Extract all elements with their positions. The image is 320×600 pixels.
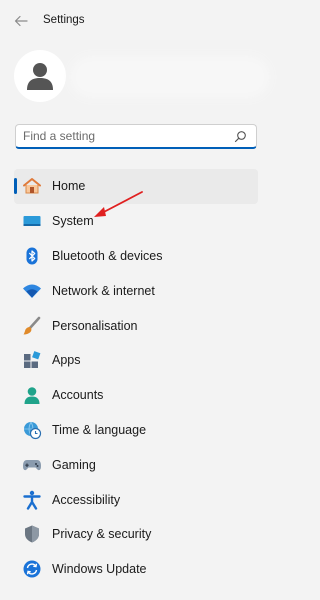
nav-item-accessibility[interactable]: Accessibility — [14, 482, 258, 517]
apps-icon — [22, 350, 42, 370]
nav-item-bluetooth[interactable]: Bluetooth & devices — [14, 239, 258, 274]
nav-item-network[interactable]: Network & internet — [14, 273, 258, 308]
nav-item-label: Apps — [52, 353, 81, 368]
nav-item-label: Time & language — [52, 422, 147, 437]
nav-item-label: Privacy & security — [52, 527, 152, 542]
profile-name-redacted — [76, 62, 264, 92]
search-icon[interactable] — [234, 130, 247, 143]
nav-item-label: Bluetooth & devices — [52, 248, 163, 263]
nav-item-label: Windows Update — [52, 562, 147, 577]
nav-item-personalisation[interactable]: Personalisation — [14, 308, 258, 343]
wifi-icon — [22, 281, 42, 301]
nav-item-label: Personalisation — [52, 318, 138, 333]
home-icon — [22, 176, 42, 196]
nav-item-gaming[interactable]: Gaming — [14, 447, 258, 482]
gamepad-icon — [22, 455, 42, 475]
paint-brush-icon — [22, 316, 42, 336]
globe-clock-icon — [22, 420, 42, 440]
nav-item-accounts[interactable]: Accounts — [14, 378, 258, 413]
accessibility-icon — [22, 490, 42, 510]
nav-item-home[interactable]: Home — [14, 169, 258, 204]
avatar[interactable] — [14, 50, 66, 102]
nav-item-system[interactable]: System — [14, 204, 258, 239]
shield-icon — [22, 524, 42, 544]
search-input[interactable] — [16, 126, 228, 146]
nav-item-label: System — [52, 214, 94, 229]
nav-item-privacy-security[interactable]: Privacy & security — [14, 517, 258, 552]
system-icon — [22, 211, 42, 231]
bluetooth-icon — [22, 246, 42, 266]
nav-item-label: Accessibility — [52, 492, 121, 507]
accounts-icon — [22, 385, 42, 405]
back-arrow-icon — [14, 15, 28, 27]
app-title: Settings — [43, 14, 85, 26]
nav-item-label: Gaming — [52, 457, 96, 472]
back-button[interactable] — [10, 10, 32, 32]
user-profile[interactable] — [14, 48, 274, 106]
title-bar: Settings — [0, 0, 288, 42]
nav-item-apps[interactable]: Apps — [14, 343, 258, 378]
nav-item-time-language[interactable]: Time & language — [14, 413, 258, 448]
search-box[interactable] — [15, 124, 257, 149]
nav-list: Home System Bluetooth & devices Network … — [14, 169, 258, 587]
nav-item-windows-update[interactable]: Windows Update — [14, 552, 258, 587]
selection-indicator — [14, 178, 17, 194]
nav-item-label: Accounts — [52, 388, 104, 403]
nav-item-label: Home — [52, 179, 86, 194]
user-avatar-icon — [27, 63, 53, 90]
update-icon — [22, 559, 42, 579]
nav-item-label: Network & internet — [52, 283, 155, 298]
